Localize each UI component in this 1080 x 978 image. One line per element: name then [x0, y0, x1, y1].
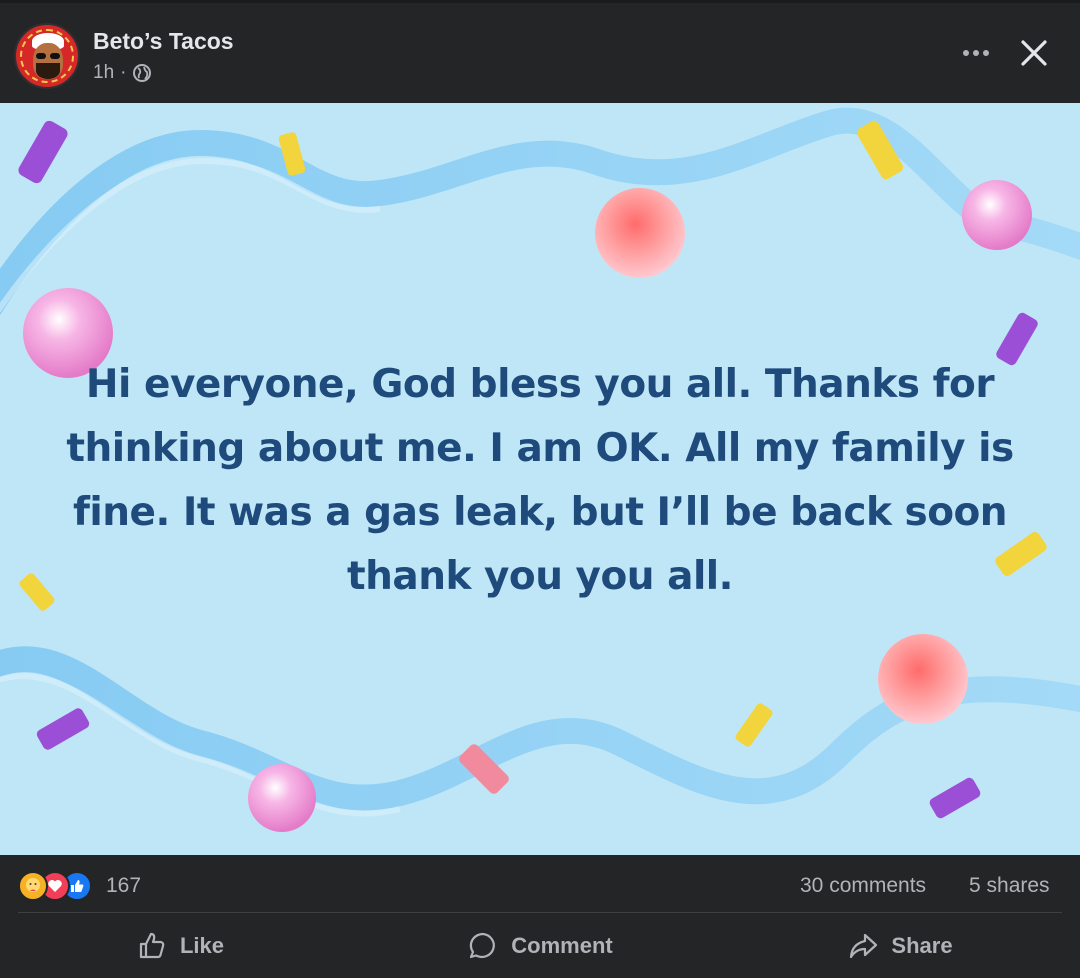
post-image-text: Hi everyone, God bless you all. Thanks f… [66, 362, 1014, 599]
shares-count-link[interactable]: 5 shares [969, 874, 1050, 898]
close-icon[interactable] [1012, 31, 1056, 75]
page-avatar[interactable] [14, 23, 80, 89]
more-dot [963, 50, 969, 56]
comments-count-link[interactable]: 30 comments [800, 874, 926, 898]
comment-button[interactable]: Comment [360, 913, 720, 978]
meta-separator: · [120, 62, 127, 83]
comment-bubble-icon [470, 932, 496, 958]
thumbs-up-icon [139, 932, 165, 958]
more-options-button[interactable] [948, 33, 1004, 73]
globe-icon [133, 64, 152, 82]
page-name-link[interactable]: Beto’s Tacos [93, 28, 234, 55]
like-button[interactable]: Like [0, 913, 360, 978]
reaction-count: 167 [106, 874, 142, 897]
post-stats-bar: 167 30 comments 5 shares [0, 855, 1080, 913]
avatar-beard [36, 63, 60, 79]
more-dot [983, 50, 989, 56]
like-label: Like [179, 932, 225, 958]
reactions-summary[interactable]: 167 [18, 871, 141, 901]
post-time[interactable]: 1h [93, 62, 114, 84]
comment-label: Comment [511, 932, 613, 958]
more-dot [973, 50, 979, 56]
care-icon [18, 871, 48, 901]
post-header: Beto’s Tacos 1h · [0, 0, 1080, 103]
sunglasses-right [50, 53, 60, 59]
share-button[interactable]: Share [720, 913, 1080, 978]
post-actions-bar: Like Comment Share [0, 913, 1080, 978]
sunglasses-left [36, 53, 46, 59]
share-label: Share [891, 932, 953, 958]
post-background-image[interactable]: Hi everyone, God bless you all. Thanks f… [0, 103, 1080, 855]
share-arrow-icon [850, 933, 878, 958]
post-meta: 1h · [93, 62, 152, 84]
